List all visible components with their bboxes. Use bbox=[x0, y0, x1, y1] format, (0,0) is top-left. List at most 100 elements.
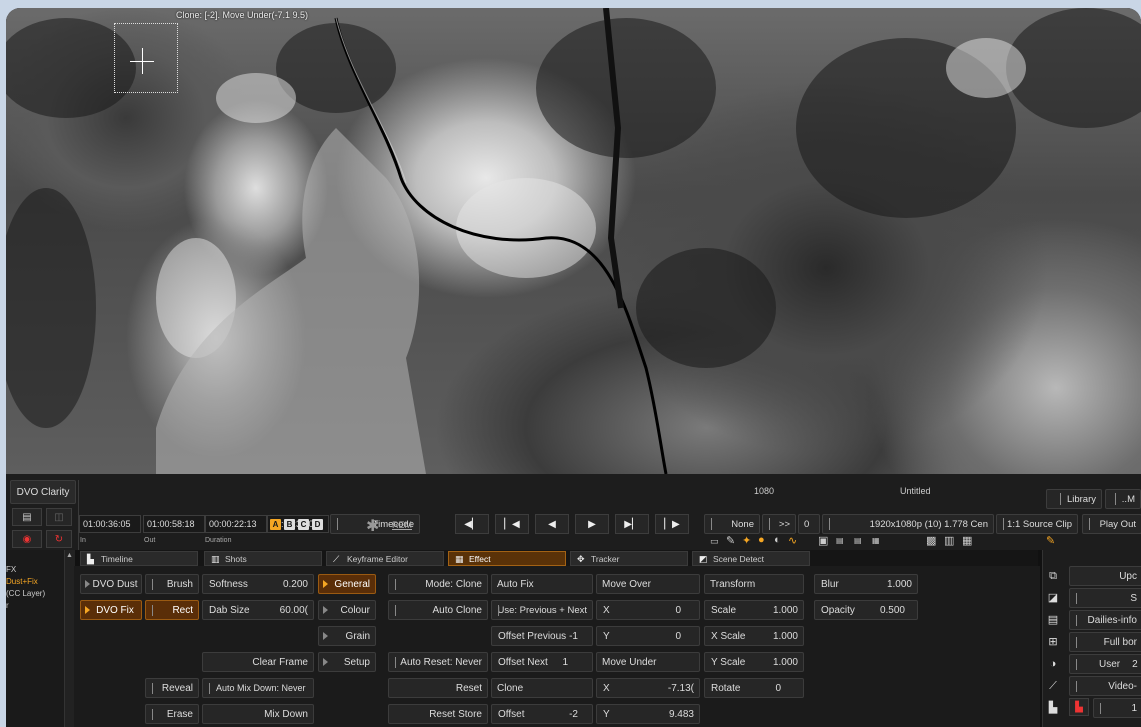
brush-button[interactable]: Brush bbox=[145, 574, 199, 594]
library-button[interactable]: Library bbox=[1046, 489, 1102, 509]
softness-slider[interactable]: Softness 0.200 bbox=[202, 574, 314, 594]
list-item[interactable]: FX bbox=[6, 564, 64, 576]
offset-next-field[interactable]: Offset Next 1 bbox=[491, 652, 593, 672]
move-under-y-field[interactable]: Y 9.483 bbox=[596, 704, 700, 724]
auto-mix-down-dropdown[interactable]: Auto Mix Down: Never bbox=[202, 678, 314, 698]
go-to-start-icon[interactable]: ◀▏ bbox=[455, 514, 489, 534]
speed-field[interactable]: 0 bbox=[798, 514, 820, 534]
info-icon[interactable]: ▤ bbox=[1047, 614, 1059, 626]
general-button[interactable]: General bbox=[318, 574, 376, 594]
number-dropdown[interactable]: 1 bbox=[1093, 698, 1141, 718]
reset-button[interactable]: Reset bbox=[388, 678, 488, 698]
auto-clone-button[interactable]: Auto Clone bbox=[388, 600, 488, 620]
reset-store-button[interactable]: Reset Store bbox=[388, 704, 488, 724]
blur-slider[interactable]: Blur 1.000 bbox=[814, 574, 918, 594]
play-icon[interactable]: ▶ bbox=[575, 514, 609, 534]
export-icon[interactable]: ⧉ bbox=[1047, 570, 1059, 582]
rem-button[interactable]: REM bbox=[392, 520, 412, 530]
next-shot-icon[interactable]: ▶▏ bbox=[615, 514, 649, 534]
list-item[interactable]: r bbox=[6, 600, 64, 612]
tab-tracker[interactable]: ✥ Tracker bbox=[570, 551, 688, 566]
tab-scene-detect[interactable]: ◩ Scene Detect bbox=[692, 551, 810, 566]
vid-icon[interactable]: ▤ bbox=[854, 536, 862, 545]
list-item[interactable]: Dust+Fix bbox=[6, 576, 64, 588]
grid-icon[interactable]: ▦ bbox=[872, 536, 880, 545]
erase-button[interactable]: Erase bbox=[145, 704, 199, 724]
fast-forward-button[interactable]: >> bbox=[762, 514, 796, 534]
histogram-icon[interactable]: ▙ bbox=[1047, 702, 1059, 714]
tab-keyframe-editor[interactable]: ⟋ Keyframe Editor bbox=[326, 551, 444, 566]
record-icon[interactable]: ◉ bbox=[12, 530, 42, 548]
list-item[interactable]: (CC Layer) bbox=[6, 588, 64, 600]
monitor-icon[interactable]: ▣ bbox=[818, 534, 828, 547]
dailies-info-dropdown[interactable]: Dailies-info bbox=[1069, 610, 1141, 630]
globe-icon[interactable]: ◐ bbox=[774, 534, 781, 546]
play-out-dropdown[interactable]: Play Out bbox=[1082, 514, 1141, 534]
more-button[interactable]: ..M bbox=[1105, 489, 1141, 509]
reveal-button[interactable]: Reveal bbox=[145, 678, 199, 698]
rotate-slider[interactable]: Rotate 0 bbox=[704, 678, 804, 698]
curve-icon[interactable]: ∿ bbox=[788, 534, 797, 547]
rect-button[interactable]: Rect bbox=[145, 600, 199, 620]
window-icon[interactable]: ◫ bbox=[46, 508, 72, 526]
source-clip-dropdown[interactable]: 1:1 Source Clip bbox=[996, 514, 1078, 534]
duration-timecode[interactable]: 00:00:22:13 bbox=[205, 515, 267, 533]
dvo-clarity-button[interactable]: DVO Clarity bbox=[10, 480, 76, 504]
loop-icon[interactable]: ↻ bbox=[46, 530, 72, 548]
opacity-slider[interactable]: Opacity 0.500 bbox=[814, 600, 918, 620]
previous-shot-icon[interactable]: ▏◀ bbox=[495, 514, 529, 534]
out-timecode[interactable]: 01:00:58:18 bbox=[143, 515, 205, 533]
tab-timeline[interactable]: ▙ Timeline bbox=[80, 551, 198, 566]
memory-c-button[interactable]: C bbox=[298, 519, 309, 530]
tab-shots[interactable]: ▥ Shots bbox=[204, 551, 322, 566]
marker-icon[interactable]: ▙ bbox=[1069, 698, 1089, 716]
dvo-dust-button[interactable]: DVO Dust bbox=[80, 574, 142, 594]
mix-down-button[interactable]: Mix Down bbox=[202, 704, 314, 724]
clear-frame-button[interactable]: Clear Frame bbox=[202, 652, 314, 672]
move-under-x-field[interactable]: X -7.13( bbox=[596, 678, 700, 698]
s-dropdown[interactable]: S bbox=[1069, 588, 1141, 608]
memory-a-button[interactable]: A bbox=[270, 519, 281, 530]
auto-reset-dropdown[interactable]: Auto Reset: Never bbox=[388, 652, 488, 672]
move-over-y-field[interactable]: Y0 bbox=[596, 626, 700, 646]
tab-effect[interactable]: ▦ Effect bbox=[448, 551, 566, 566]
notes-icon[interactable]: ◪ bbox=[1047, 592, 1059, 604]
none-dropdown[interactable]: None bbox=[704, 514, 760, 534]
format-dropdown[interactable]: 1920x1080p (10) 1.778 Cen bbox=[822, 514, 994, 534]
scope-icon[interactable]: ▭ bbox=[710, 536, 719, 547]
update-button[interactable]: Upc bbox=[1069, 566, 1141, 586]
dab-size-slider[interactable]: Dab Size 60.00( bbox=[202, 600, 314, 620]
wrench-icon[interactable]: ✎ bbox=[1046, 534, 1055, 547]
list-icon[interactable]: ▥ bbox=[944, 534, 954, 547]
in-timecode[interactable]: 01:00:36:05 bbox=[79, 515, 141, 533]
layout-icon[interactable]: ▤ bbox=[12, 508, 42, 526]
video-dropdown[interactable]: Video- bbox=[1069, 676, 1141, 696]
memory-d-button[interactable]: D bbox=[312, 519, 323, 530]
colour-button[interactable]: Colour bbox=[318, 600, 376, 620]
clone-source-box[interactable] bbox=[114, 23, 178, 93]
scale-slider[interactable]: Scale 1.000 bbox=[704, 600, 804, 620]
stamp-icon[interactable]: ✦ bbox=[742, 534, 751, 547]
lut-icon[interactable]: ◑ bbox=[1047, 658, 1059, 670]
offset-field[interactable]: Offset -2 bbox=[491, 704, 593, 724]
paint-icon[interactable]: ✎ bbox=[726, 534, 735, 547]
video-viewer[interactable]: Clone: [-2]. Move Under(-7.1 9.5) bbox=[6, 8, 1141, 474]
scroll-up-icon[interactable]: ▲ bbox=[66, 552, 73, 559]
mode-dropdown[interactable]: Mode: Clone bbox=[388, 574, 488, 594]
user-dropdown[interactable]: User 2 bbox=[1069, 654, 1141, 674]
mon-icon[interactable]: ▤ bbox=[836, 536, 844, 545]
step-back-icon[interactable]: ◀ bbox=[535, 514, 569, 534]
border-icon[interactable]: ⊞ bbox=[1047, 636, 1059, 648]
dvo-fix-button[interactable]: DVO Fix bbox=[80, 600, 142, 620]
offset-previous-field[interactable]: Offset Previous -1 bbox=[491, 626, 593, 646]
star-icon[interactable]: ✱ bbox=[366, 516, 379, 536]
y-scale-slider[interactable]: Y Scale 1.000 bbox=[704, 652, 804, 672]
grain-button[interactable]: Grain bbox=[318, 626, 376, 646]
move-over-x-field[interactable]: X0 bbox=[596, 600, 700, 620]
go-to-end-icon[interactable]: ▏▶ bbox=[655, 514, 689, 534]
layout-grid-icon[interactable]: ▦ bbox=[962, 534, 972, 547]
s-icon[interactable]: ▩ bbox=[926, 534, 936, 547]
grade-icon[interactable]: ● bbox=[758, 534, 765, 546]
x-scale-slider[interactable]: X Scale 1.000 bbox=[704, 626, 804, 646]
waveform-icon[interactable]: ⟋ bbox=[1047, 680, 1059, 692]
